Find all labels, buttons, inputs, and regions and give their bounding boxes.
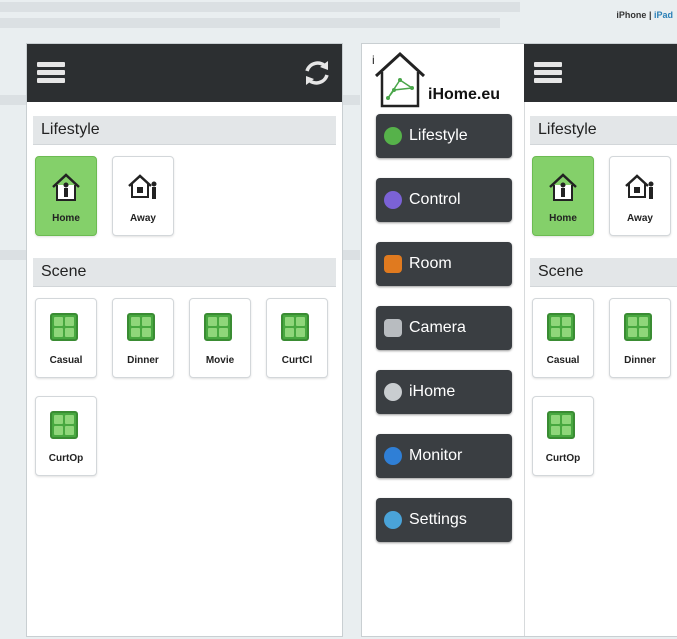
tile-label: Home xyxy=(52,213,80,224)
menu-item-control[interactable]: Control xyxy=(376,178,512,222)
menu-item-room[interactable]: Room xyxy=(376,242,512,286)
tile-label: Casual xyxy=(546,355,580,366)
menu-item-label: Camera xyxy=(409,319,466,336)
section-scene: Scene xyxy=(530,258,677,287)
app-header xyxy=(27,44,342,102)
control-icon xyxy=(384,191,402,209)
hamburger-menu-icon[interactable] xyxy=(534,62,562,84)
menu-item-label: Lifestyle xyxy=(409,127,468,144)
ihome-logo: i iHome.eu xyxy=(370,50,520,110)
home-away-icon xyxy=(128,174,157,199)
section-lifestyle: Lifestyle xyxy=(530,116,677,145)
lifestyle-tile-home[interactable]: Home xyxy=(35,156,97,236)
lifestyle-tile-away[interactable]: Away xyxy=(609,156,671,236)
tile-label: CurtCl xyxy=(281,355,313,366)
menu-item-settings[interactable]: Settings xyxy=(376,498,512,542)
menu-item-camera[interactable]: Camera xyxy=(376,306,512,350)
logo-text: iHome.eu xyxy=(428,86,501,103)
scene-grid-icon xyxy=(50,411,82,443)
tile-label: Away xyxy=(627,213,653,224)
scene-tile-dinner[interactable]: Dinner xyxy=(112,298,174,378)
lifestyle-tile-away[interactable]: Away xyxy=(112,156,174,236)
main-content-shifted: Lifestyle Home Away Scene Casual Dinner … xyxy=(524,44,677,636)
tile-label: Movie xyxy=(205,355,235,366)
info-icon xyxy=(384,447,402,465)
menu-item-label: iHome xyxy=(409,383,456,400)
home-icon xyxy=(384,127,402,145)
scene-tile-curtop[interactable]: CurtOp xyxy=(532,396,594,476)
scene-tile-dinner[interactable]: Dinner xyxy=(609,298,671,378)
scene-grid-icon xyxy=(547,313,579,345)
room-icon xyxy=(384,255,402,273)
tile-label: Dinner xyxy=(624,355,656,366)
scene-grid-icon xyxy=(127,313,159,345)
home-away-icon xyxy=(625,174,654,199)
tile-label: Casual xyxy=(49,355,83,366)
scene-grid-icon xyxy=(204,313,236,345)
scene-grid-icon xyxy=(624,313,656,345)
tile-label: CurtOp xyxy=(48,453,84,464)
menu-item-label: Control xyxy=(409,191,461,208)
ipad-link[interactable]: iPad xyxy=(654,10,673,20)
scene-grid-icon xyxy=(547,411,579,443)
menu-item-label: Room xyxy=(409,255,452,272)
home-person-icon xyxy=(52,173,80,201)
menu-item-ihome[interactable]: iHome xyxy=(376,370,512,414)
phone-screen-main: Lifestyle Home Away Scene Casual Dinner … xyxy=(27,44,342,636)
settings-icon xyxy=(384,511,402,529)
scene-tile-curtop[interactable]: CurtOp xyxy=(35,396,97,476)
tile-label: Away xyxy=(130,213,156,224)
lifestyle-tile-home[interactable]: Home xyxy=(532,156,594,236)
menu-item-monitor[interactable]: Monitor xyxy=(376,434,512,478)
refresh-icon[interactable] xyxy=(302,58,332,88)
section-lifestyle: Lifestyle xyxy=(33,116,336,145)
scene-tile-curtcl[interactable]: CurtCl xyxy=(266,298,328,378)
scene-grid-icon xyxy=(281,313,313,345)
scene-tile-casual[interactable]: Casual xyxy=(35,298,97,378)
iphone-link[interactable]: iPhone xyxy=(616,10,646,20)
app-header xyxy=(524,44,677,102)
tile-label: Home xyxy=(549,213,577,224)
menu-item-lifestyle[interactable]: Lifestyle xyxy=(376,114,512,158)
menu-item-label: Monitor xyxy=(409,447,463,464)
link-separator: | xyxy=(648,10,652,20)
home-person-icon xyxy=(549,173,577,201)
side-menu: i iHome.eu Lifestyle Control Room Camera… xyxy=(362,44,525,636)
menu-item-label: Settings xyxy=(409,511,467,528)
scene-tile-casual[interactable]: Casual xyxy=(532,298,594,378)
hamburger-menu-icon[interactable] xyxy=(37,62,65,84)
scene-grid-icon xyxy=(50,313,82,345)
tile-label: CurtOp xyxy=(545,453,581,464)
svg-text:i: i xyxy=(372,53,375,67)
section-scene: Scene xyxy=(33,258,336,287)
camera-icon xyxy=(384,319,402,337)
top-nav-links: iPhone | iPad xyxy=(616,10,673,20)
logo-house-icon: i xyxy=(372,51,426,108)
phone-screen-menu-open: i iHome.eu Lifestyle Control Room Camera… xyxy=(362,44,677,636)
scene-tile-movie[interactable]: Movie xyxy=(189,298,251,378)
tile-label: Dinner xyxy=(127,355,159,366)
ihome-icon xyxy=(384,383,402,401)
